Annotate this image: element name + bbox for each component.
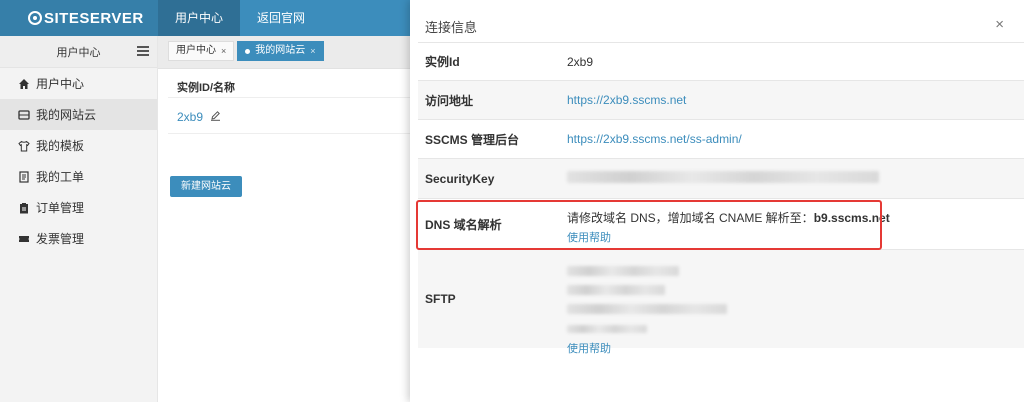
sftp-value-redacted: 使用帮助 — [567, 265, 727, 356]
sidebar-item-label: 我的模板 — [36, 139, 85, 153]
close-icon[interactable]: × — [995, 17, 1004, 32]
logo[interactable]: SITESERVER — [0, 0, 158, 36]
logo-text: SITESERVER — [44, 9, 144, 27]
logo-mark-icon — [28, 11, 42, 25]
sidebar-item-label: 用户中心 — [36, 77, 85, 91]
sidebar-item-orders[interactable]: 订单管理 — [0, 192, 157, 223]
security-key-label: SecurityKey — [425, 171, 495, 186]
sidebar-item-label: 我的工单 — [36, 170, 85, 184]
tab-my-cloud[interactable]: 我的网站云 × — [237, 41, 324, 61]
tab-close-icon[interactable]: × — [310, 41, 315, 61]
main-content: 用户中心 × 我的网站云 × 实例ID/名称 2xb9 新建网站云 — [158, 36, 410, 402]
sidebar-item-my-cloud[interactable]: 我的网站云 — [0, 99, 157, 130]
top-nav: 用户中心 返回官网 — [158, 0, 322, 36]
sidebar-header: 用户中心 — [0, 36, 157, 68]
divider — [168, 97, 410, 98]
tab-user-center[interactable]: 用户中心 × — [168, 41, 235, 61]
server-icon — [18, 109, 30, 121]
sidebar-item-user-center[interactable]: 用户中心 — [0, 68, 157, 99]
instance-id-link[interactable]: 2xb9 — [177, 110, 203, 124]
access-url-link[interactable]: https://2xb9.sscms.net — [567, 93, 686, 107]
security-key-value-redacted — [567, 171, 879, 186]
row-access-url: 访问地址 https://2xb9.sscms.net — [418, 80, 1024, 119]
page-tabs: 用户中心 × 我的网站云 × — [158, 36, 410, 64]
sidebar-item-label: 我的网站云 — [36, 108, 97, 122]
admin-url-label: SSCMS 管理后台 — [425, 132, 520, 147]
nav-back-to-site[interactable]: 返回官网 — [240, 0, 322, 36]
row-dns: DNS 域名解析 请修改域名 DNS，增加域名 CNAME 解析至：b9.ssc… — [418, 198, 1024, 249]
edit-icon[interactable] — [210, 110, 221, 121]
shirt-icon — [18, 140, 30, 152]
home-icon — [18, 78, 30, 90]
document-icon — [18, 170, 30, 183]
dns-target: b9.sscms.net — [813, 211, 890, 225]
menu-toggle-icon[interactable] — [137, 46, 149, 56]
sftp-label: SFTP — [425, 292, 456, 306]
sidebar-title: 用户中心 — [56, 46, 101, 59]
tab-close-icon[interactable]: × — [221, 41, 226, 61]
nav-user-center[interactable]: 用户中心 — [158, 0, 241, 36]
modal-title: 连接信息 — [425, 20, 478, 35]
dns-label: DNS 域名解析 — [425, 217, 502, 232]
access-url-label: 访问地址 — [425, 93, 474, 108]
sftp-help-link[interactable]: 使用帮助 — [567, 340, 727, 356]
connection-info-modal: 连接信息 × 实例Id 2xb9 访问地址 https://2xb9.sscms… — [410, 0, 1024, 402]
instance-id-value: 2xb9 — [567, 54, 594, 69]
row-sftp: SFTP 使用帮助 — [418, 249, 1024, 355]
row-admin-url: SSCMS 管理后台 https://2xb9.sscms.net/ss-adm… — [418, 119, 1024, 158]
tab-label: 我的网站云 — [255, 45, 306, 56]
column-header-instance: 实例ID/名称 — [177, 82, 236, 94]
new-cloud-button[interactable]: 新建网站云 — [170, 176, 242, 197]
sidebar-item-label: 发票管理 — [36, 232, 85, 246]
instances-panel: 实例ID/名称 2xb9 新建网站云 — [158, 68, 410, 402]
row-security-key: SecurityKey — [418, 158, 1024, 198]
dns-value: 请修改域名 DNS，增加域名 CNAME 解析至：b9.sscms.net 使用… — [567, 209, 890, 245]
sidebar: 用户中心 用户中心 我的网站云 我的模板 我的工单 订单管理 发票管理 — [0, 36, 158, 402]
sidebar-item-my-templates[interactable]: 我的模板 — [0, 130, 157, 161]
divider — [168, 133, 410, 134]
tab-label: 用户中心 — [176, 45, 216, 56]
dns-instruction: 请修改域名 DNS，增加域名 CNAME 解析至： — [567, 211, 814, 225]
admin-url-link[interactable]: https://2xb9.sscms.net/ss-admin/ — [567, 132, 742, 146]
ticket-icon — [18, 233, 30, 245]
sidebar-item-label: 订单管理 — [36, 201, 85, 215]
instance-id-label: 实例Id — [425, 55, 460, 69]
dns-help-link[interactable]: 使用帮助 — [567, 229, 890, 245]
row-instance-id: 实例Id 2xb9 — [418, 42, 1024, 80]
sidebar-item-my-tickets[interactable]: 我的工单 — [0, 161, 157, 192]
clipboard-icon — [18, 202, 30, 214]
active-dot-icon — [245, 48, 251, 54]
sidebar-item-invoices[interactable]: 发票管理 — [0, 223, 157, 254]
